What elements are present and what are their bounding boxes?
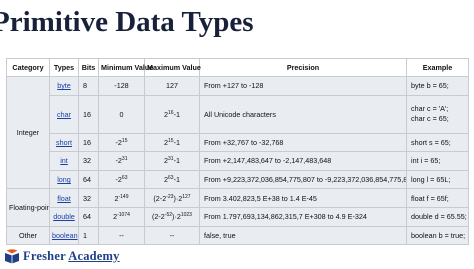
table-header-row: Category Types Bits Minimum Value Maximu…: [6, 58, 469, 77]
type-link-int[interactable]: int: [60, 156, 68, 165]
data-types-table: Category Types Bits Minimum Value Maximu…: [6, 58, 469, 246]
example-cell: short s = 65;: [406, 132, 469, 153]
max-cell: 263-1: [144, 169, 200, 190]
example-cell: char c = 'A'; char c = 65;: [406, 94, 469, 134]
header-max: Maximum Value: [144, 58, 201, 77]
min-cell: -128: [98, 76, 145, 96]
table-row: Integer byte 8 -128 127 From +127 to -12…: [6, 75, 469, 190]
category-other: Other: [6, 225, 50, 246]
table-row: int 32 -231 231-1 From +2,147,483,647 to…: [7, 151, 469, 171]
header-category: Category: [6, 58, 50, 77]
precision-cell: From +32,767 to -32,768: [199, 132, 407, 153]
max-cell: 215-1: [144, 132, 200, 153]
table-row: Other boolean 1 -- -- false, true boolea…: [6, 225, 469, 246]
max-cell: (2-2-23)·2127: [144, 188, 200, 208]
min-cell: -263: [98, 169, 145, 190]
type-link-char[interactable]: char: [57, 110, 71, 119]
type-link-byte[interactable]: byte: [57, 81, 71, 90]
type-link-double[interactable]: double: [53, 212, 75, 221]
bits-cell: 1: [78, 225, 99, 246]
bits-cell: 16: [78, 132, 99, 153]
max-cell: (2-2-52)·21023: [144, 206, 200, 227]
max-cell: --: [144, 225, 200, 246]
header-types: Types: [49, 58, 79, 77]
precision-cell: false, true: [199, 225, 407, 246]
min-cell: 2-149: [98, 188, 145, 208]
precision-cell: From +2,147,483,647 to -2,147,483,648: [199, 151, 407, 171]
min-cell: -231: [98, 151, 145, 171]
example-cell: byte b = 65;: [406, 76, 469, 96]
header-min: Minimum Value: [98, 58, 153, 77]
type-link-float[interactable]: float: [57, 194, 71, 203]
bits-cell: 64: [78, 206, 99, 227]
min-cell: 0: [98, 94, 145, 134]
bits-cell: 32: [78, 188, 99, 208]
min-cell: 2-1074: [98, 206, 145, 227]
book-logo-icon: [4, 248, 20, 264]
table-row: Floating-point float 32 2-149 (2-2-23)·2…: [6, 188, 469, 227]
precision-cell: From 3.402,823,5 E+38 to 1.4 E-45: [199, 188, 407, 208]
header-example: Example: [406, 58, 469, 77]
table-row: long 64 -263 263-1 From +9,223,372,036,8…: [7, 169, 469, 190]
category-integer: Integer: [6, 75, 50, 190]
header-precision: Precision: [199, 58, 407, 77]
precision-cell: From 1.797,693,134,862,315,7 E+308 to 4.…: [199, 206, 407, 227]
table-row: double 64 2-1074 (2-2-52)·21023 From 1.7…: [7, 206, 469, 227]
type-link-long[interactable]: long: [57, 175, 71, 184]
bits-cell: 32: [78, 151, 99, 171]
example-cell: int i = 65;: [406, 151, 469, 171]
logo-text: Fresher Academy: [23, 248, 120, 263]
page-title: Primitive Data Types: [0, 6, 254, 38]
max-cell: 127: [144, 76, 200, 96]
min-cell: --: [98, 225, 145, 246]
type-link-boolean[interactable]: boolean: [52, 231, 78, 240]
precision-cell: All Unicode characters: [199, 94, 407, 134]
precision-cell: From +127 to -128: [199, 76, 407, 96]
fresher-academy-logo: Fresher Academy: [2, 246, 122, 266]
example-cell: double d = 65.55;: [406, 206, 469, 227]
min-cell: -215: [98, 132, 145, 153]
table-row: short 16 -215 215-1 From +32,767 to -32,…: [7, 132, 469, 153]
example-cell: float f = 65f;: [406, 188, 469, 208]
example-cell: boolean b = true;: [406, 225, 469, 246]
bits-cell: 16: [78, 94, 99, 134]
example-cell: long l = 65L;: [406, 169, 469, 190]
precision-cell: From +9,223,372,036,854,775,807 to -9,22…: [199, 169, 407, 190]
bits-cell: 64: [78, 169, 99, 190]
header-bits: Bits: [78, 58, 99, 77]
type-link-short[interactable]: short: [56, 138, 72, 147]
max-cell: 231-1: [144, 151, 200, 171]
table-row: char 16 0 216-1 All Unicode characters c…: [7, 94, 469, 134]
category-floating-point: Floating-point: [6, 188, 50, 227]
bits-cell: 8: [78, 76, 99, 96]
max-cell: 216-1: [144, 94, 200, 134]
